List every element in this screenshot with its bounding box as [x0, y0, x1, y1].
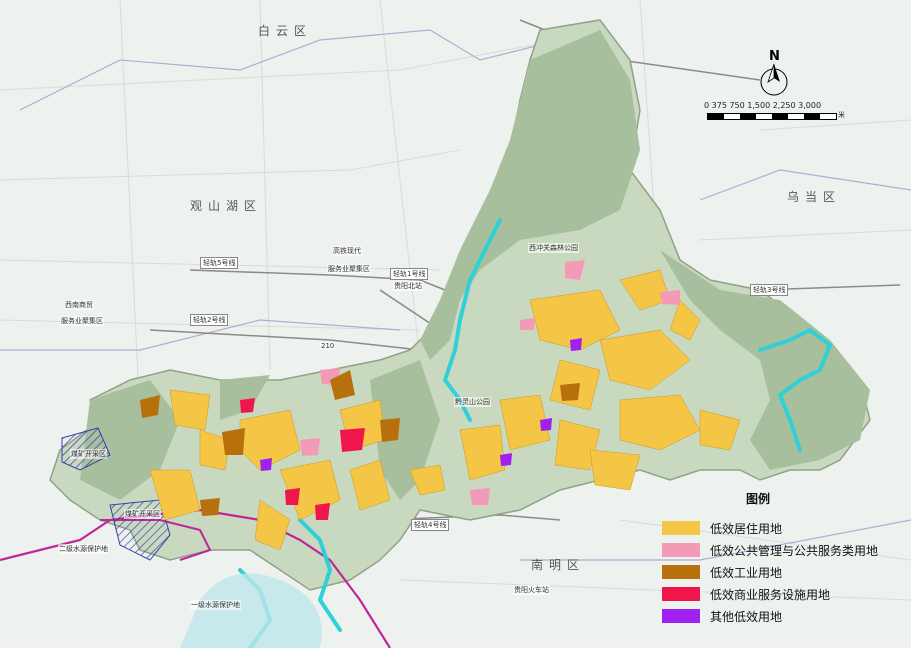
legend-item-other: 其他低效用地 [662, 606, 782, 626]
label-water-2: 二级水源保护地 [58, 544, 109, 554]
map-stage: 白云区 观山湖区 乌当区 南明区 西冲关森林公园 黔灵山公园 高铁现代 服务业聚… [0, 0, 911, 648]
district-label-wudang: 乌当区 [787, 190, 842, 204]
label-coal-west: 煤矿开采区 [70, 449, 107, 459]
label-water-1: 一级水源保护地 [190, 600, 241, 610]
label-south-station: 贵阳火车站 [513, 585, 550, 595]
rail-tag-line5: 轻轨5号线 [200, 257, 239, 269]
label-gaotie: 高铁现代 [332, 246, 362, 256]
legend-label: 低效工业用地 [710, 565, 783, 580]
north-letter: N [769, 49, 780, 64]
rail-tag-line3: 轻轨3号线 [750, 284, 789, 296]
legend-swatch [662, 565, 700, 579]
legend-label: 其他低效用地 [710, 609, 783, 624]
label-coal-south: 煤矿开采区 [124, 509, 161, 519]
legend-title: 图例 [746, 492, 771, 506]
legend-swatch [662, 543, 700, 557]
legend-item-commercial: 低效商业服务设施用地 [662, 584, 830, 604]
legend-swatch [662, 609, 700, 623]
scale-tick-labels: 0 375 750 1,500 2,250 3,000 [704, 101, 822, 110]
label-guiyang-north: 贵阳北站 [393, 281, 423, 291]
district-label-baiyun: 白云区 [258, 24, 313, 38]
rail-tag-line2: 轻轨2号线 [190, 314, 229, 326]
legend-item-public-service: 低效公共管理与公共服务类用地 [662, 540, 878, 560]
legend-label: 低效居住用地 [710, 521, 783, 536]
label-road-210: 210 [320, 342, 336, 350]
label-xinan-service: 服务业聚集区 [60, 316, 104, 326]
rail-tag-line1: 轻轨1号线 [390, 268, 429, 280]
label-xichong-park: 西冲关森林公园 [528, 243, 579, 253]
rail-tag-line4: 轻轨4号线 [411, 519, 450, 531]
district-label-guanshanhu: 观山湖区 [190, 199, 263, 213]
district-label-nanming: 南明区 [531, 558, 586, 572]
legend-item-residential: 低效居住用地 [662, 518, 782, 538]
legend-swatch [662, 521, 700, 535]
scale-unit: 米 [838, 111, 845, 119]
legend-label: 低效商业服务设施用地 [710, 587, 831, 602]
legend-item-industrial: 低效工业用地 [662, 562, 782, 582]
label-qianling-park: 黔灵山公园 [454, 397, 491, 407]
north-arrow-icon: N [754, 48, 794, 98]
legend-label: 低效公共管理与公共服务类用地 [710, 543, 879, 558]
scale-bar [707, 113, 837, 120]
label-gaotie-service: 服务业聚集区 [327, 264, 371, 274]
legend: 图例 低效居住用地 低效公共管理与公共服务类用地 低效工业用地 低效商业服务设施… [660, 488, 908, 648]
label-xinan: 西南商贸 [64, 300, 94, 310]
legend-swatch [662, 587, 700, 601]
